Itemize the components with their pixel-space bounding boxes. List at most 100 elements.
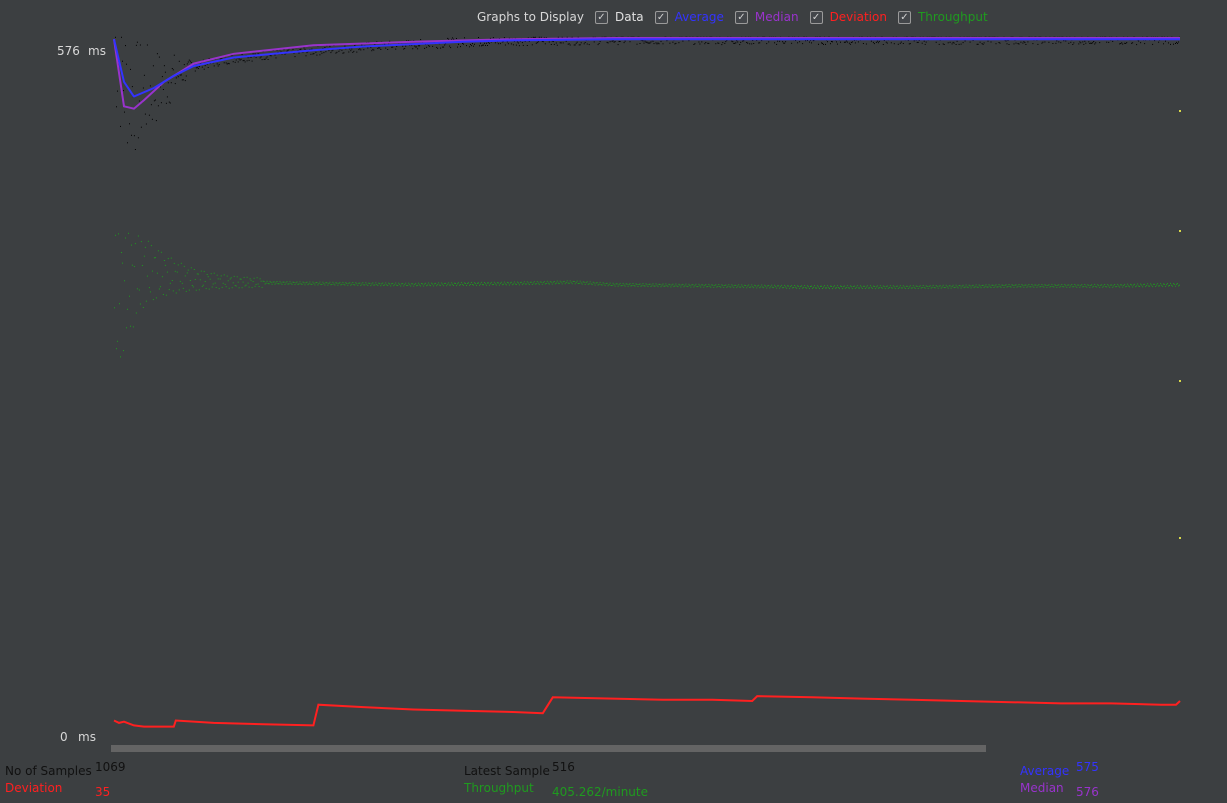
data-point [768,41,770,43]
data-point [257,53,259,55]
throughput-point [260,280,262,282]
throughput-point [667,286,669,288]
throughput-point [999,285,1001,287]
throughput-point [420,285,422,287]
throughput-point [804,285,806,287]
data-point [658,43,660,45]
throughput-point [272,281,274,283]
throughput-point [413,285,415,287]
throughput-point [913,286,915,288]
data-point [579,44,581,46]
data-point [698,41,700,43]
throughput-point [178,289,180,291]
throughput-point [776,287,778,289]
throughput-point [1169,285,1170,286]
throughput-point [712,284,714,286]
throughput-point [864,288,866,289]
data-point [487,45,488,46]
data-point [943,44,945,45]
data-point [612,40,614,42]
throughput-point [903,286,905,288]
throughput-point [1143,284,1145,286]
throughput-point [1035,284,1037,286]
throughput-point [401,283,403,285]
data-point [617,44,619,46]
throughput-point [459,284,460,286]
throughput-point [210,273,212,275]
throughput-point [405,282,407,284]
throughput-point [1166,284,1167,286]
data-point [157,105,159,107]
throughput-point [790,286,792,288]
throughput-point [345,282,347,284]
throughput-point [785,286,787,288]
throughput-point [538,283,540,285]
throughput-point [265,282,267,284]
throughput-point [1152,286,1154,288]
throughput-point [476,284,477,286]
throughput-point [318,283,320,285]
deviation-stat-label: Deviation [5,781,63,795]
throughput-point [940,287,942,289]
throughput-point [889,285,891,287]
throughput-point [677,286,679,288]
throughput-point [156,272,158,274]
throughput-point [976,286,978,288]
graph-horizontal-scrollbar[interactable] [111,745,986,752]
throughput-point [702,284,704,286]
throughput-point [685,283,687,285]
throughput-point [1149,285,1151,287]
data-point [923,40,925,42]
throughput-point [630,285,632,287]
data-point [201,66,203,68]
throughput-point [867,287,869,289]
throughput-point [395,282,397,284]
throughput-point [871,287,873,289]
throughput-point [803,286,805,288]
throughput-point [664,285,666,287]
throughput-point [119,303,120,305]
data-point [350,50,352,52]
throughput-point [503,281,505,283]
data-point [1078,43,1080,45]
throughput-point [230,277,232,279]
throughput-point [977,286,979,288]
throughput-point [782,287,784,289]
throughput-point [464,282,465,284]
throughput-point [779,287,781,289]
throughput-point [1131,284,1133,286]
throughput-point [309,281,311,283]
data-point [131,86,133,88]
throughput-point [1157,283,1159,285]
throughput-point [242,281,244,283]
data-point [136,41,138,43]
throughput-point [596,282,598,284]
throughput-point [842,286,844,288]
throughput-point [1150,283,1152,285]
throughput-point [959,285,961,287]
throughput-point [236,276,238,278]
throughput-point [1060,285,1062,287]
throughput-point [857,287,859,289]
throughput-point [827,285,828,287]
data-point [568,43,570,45]
throughput-point [1173,283,1174,285]
throughput-point [380,285,382,287]
throughput-point [208,288,210,290]
throughput-point [133,266,135,267]
throughput-point [333,283,335,285]
throughput-point [1139,286,1141,287]
throughput-point [195,289,197,291]
throughput-point [434,283,436,285]
throughput-point [541,283,543,285]
throughput-point [531,284,533,285]
throughput-point [294,284,296,286]
throughput-point [217,278,219,280]
right-edge-marker [1179,110,1181,112]
throughput-point [668,283,670,285]
data-point [917,41,919,43]
data-point [254,53,256,55]
data-point [979,41,981,43]
data-point [471,45,472,47]
data-point [319,54,321,56]
